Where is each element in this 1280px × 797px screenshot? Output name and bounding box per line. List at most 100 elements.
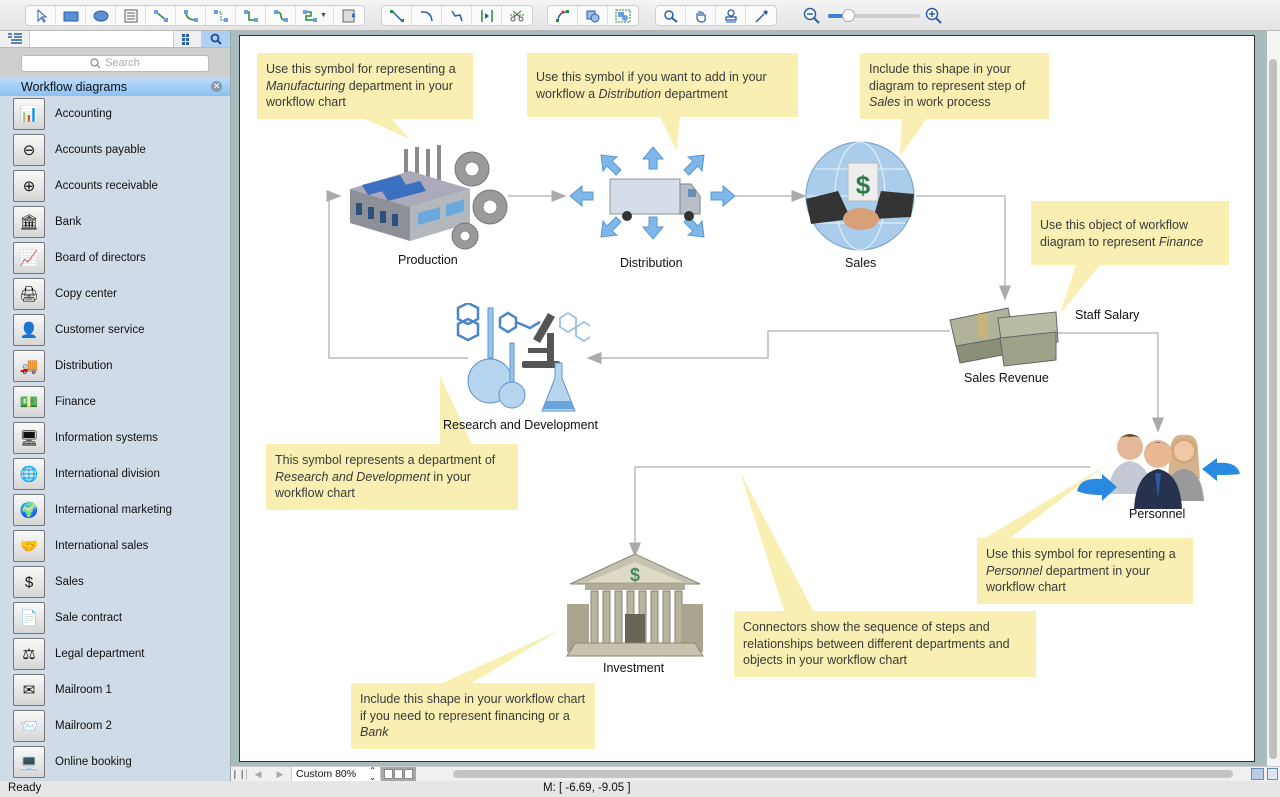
personnel-node[interactable] bbox=[1072, 429, 1244, 511]
library-tree-button[interactable] bbox=[0, 31, 30, 47]
callout-research[interactable]: This symbol represents a department of R… bbox=[266, 444, 518, 510]
callout-production[interactable]: Use this symbol for representing a Manuf… bbox=[257, 53, 473, 119]
rectangle-tool-button[interactable] bbox=[56, 6, 86, 25]
library-item[interactable]: $ Sales bbox=[0, 564, 230, 600]
callout-finance[interactable]: Use this object of workflow diagram to r… bbox=[1031, 201, 1229, 265]
sales-node[interactable]: $ bbox=[803, 139, 918, 254]
round-connector-button[interactable] bbox=[266, 6, 296, 25]
library-item-label: International division bbox=[55, 468, 160, 480]
library-item[interactable]: 🖨 Copy center bbox=[0, 276, 230, 312]
vertical-scroll-thumb[interactable] bbox=[1269, 59, 1277, 759]
library-header[interactable]: Workflow diagrams ✕ bbox=[0, 78, 230, 96]
arc-connector-button[interactable] bbox=[176, 6, 206, 25]
pause-icon[interactable]: ❙❙ bbox=[231, 768, 247, 780]
callout-sales[interactable]: Include this shape in your diagram to re… bbox=[860, 53, 1049, 119]
dropdown-arrow-icon[interactable]: ▼ bbox=[320, 12, 327, 19]
callout-text: Use this symbol for representing a bbox=[986, 547, 1176, 561]
close-library-icon[interactable]: ✕ bbox=[211, 81, 222, 92]
library-item[interactable]: 📨 Mailroom 2 bbox=[0, 708, 230, 744]
callout-investment[interactable]: Include this shape in your workflow char… bbox=[351, 683, 595, 749]
arc-icon bbox=[420, 10, 433, 21]
direct-connector-icon bbox=[153, 9, 168, 22]
split-tool-button[interactable] bbox=[472, 6, 502, 25]
tree-connector-button[interactable]: ▼ bbox=[296, 6, 334, 25]
line-tool-button[interactable] bbox=[382, 6, 412, 25]
bezier-connector-button[interactable] bbox=[206, 6, 236, 25]
zoom-out-icon[interactable] bbox=[803, 7, 821, 28]
union-button[interactable] bbox=[578, 6, 608, 25]
library-item[interactable]: ⊕ Accounts receivable bbox=[0, 168, 230, 204]
zoom-slider-knob[interactable] bbox=[842, 9, 856, 22]
arc-tool-button[interactable] bbox=[412, 6, 442, 25]
callout-personnel[interactable]: Use this symbol for representing a Perso… bbox=[977, 538, 1193, 604]
investment-node[interactable]: $ bbox=[565, 553, 705, 659]
library-item[interactable]: 👤 Customer service bbox=[0, 312, 230, 348]
library-item[interactable]: 📊 Accounting bbox=[0, 96, 230, 132]
zoom-in-icon[interactable] bbox=[925, 7, 943, 28]
group-icon bbox=[615, 9, 631, 22]
pan-tool-button[interactable] bbox=[686, 6, 716, 25]
page-view-icon[interactable] bbox=[394, 769, 403, 779]
ellipse-tool-button[interactable] bbox=[86, 6, 116, 25]
library-item[interactable]: 🚚 Distribution bbox=[0, 348, 230, 384]
magnifier-icon bbox=[663, 9, 678, 23]
connector-revenue-research[interactable] bbox=[586, 330, 950, 364]
library-item[interactable]: 📄 Sale contract bbox=[0, 600, 230, 636]
distribution-node[interactable] bbox=[565, 141, 736, 246]
search-icon bbox=[210, 33, 222, 45]
page-view-buttons[interactable] bbox=[381, 766, 416, 782]
library-item[interactable]: 🖥 Information systems bbox=[0, 420, 230, 456]
edit-points-button[interactable] bbox=[548, 6, 578, 25]
library-item[interactable]: ⊖ Accounts payable bbox=[0, 132, 230, 168]
library-item[interactable]: ⚖ Legal department bbox=[0, 636, 230, 672]
library-item[interactable]: 📈 Board of directors bbox=[0, 240, 230, 276]
research-node[interactable] bbox=[450, 301, 593, 415]
pointer-tool-button[interactable] bbox=[26, 6, 56, 25]
callout-connectors[interactable]: Connectors show the sequence of steps an… bbox=[734, 611, 1036, 677]
sales-revenue-node[interactable] bbox=[948, 298, 1060, 368]
zoom-slider[interactable] bbox=[828, 9, 920, 22]
horizontal-scrollbar[interactable] bbox=[453, 770, 1233, 778]
stamp-tool-button[interactable] bbox=[716, 6, 746, 25]
vertical-scrollbar[interactable] bbox=[1267, 31, 1280, 766]
zoom-select[interactable]: Custom 80% ⌃ ⌄ bbox=[291, 766, 381, 782]
eyedropper-tool-button[interactable] bbox=[746, 6, 776, 25]
page-view-icon[interactable] bbox=[404, 769, 413, 779]
library-item-label: Information systems bbox=[55, 432, 158, 444]
library-path-field[interactable] bbox=[30, 31, 174, 47]
zoom-tool-button[interactable] bbox=[656, 6, 686, 25]
text-tool-button[interactable] bbox=[116, 6, 146, 25]
direct-connector-button[interactable] bbox=[146, 6, 176, 25]
page-view-icon[interactable] bbox=[384, 769, 393, 779]
connector-revenue-personnel[interactable] bbox=[1056, 332, 1164, 433]
search-library-button[interactable] bbox=[202, 31, 230, 47]
production-node[interactable] bbox=[340, 141, 510, 251]
callout-distribution[interactable]: Use this symbol if you want to add in yo… bbox=[527, 53, 798, 117]
polyline-tool-button[interactable] bbox=[442, 6, 472, 25]
library-item[interactable]: ✉ Mailroom 1 bbox=[0, 672, 230, 708]
scissors-tool-button[interactable] bbox=[502, 6, 532, 25]
insert-container-button[interactable] bbox=[334, 6, 364, 25]
library-item[interactable]: 💻 Online booking bbox=[0, 744, 230, 780]
library-item[interactable]: 🌍 International marketing bbox=[0, 492, 230, 528]
library-item-label: Legal department bbox=[55, 648, 145, 660]
library-item[interactable]: 💵 Finance bbox=[0, 384, 230, 420]
previous-page-icon[interactable]: ◀ bbox=[247, 769, 269, 780]
page-icon[interactable] bbox=[1267, 768, 1278, 780]
library-item-thumbnail-icon: 📨 bbox=[13, 710, 45, 742]
grid-view-button[interactable] bbox=[174, 31, 202, 47]
library-item[interactable]: 🤝 International sales bbox=[0, 528, 230, 564]
fit-page-icon[interactable] bbox=[1251, 768, 1264, 780]
view-tools-group bbox=[655, 5, 777, 26]
library-item-label: Online booking bbox=[55, 756, 132, 768]
library-item-thumbnail-icon: 💵 bbox=[13, 386, 45, 418]
group-button[interactable] bbox=[608, 6, 638, 25]
library-item[interactable]: 🌐 International division bbox=[0, 456, 230, 492]
search-input[interactable]: Search bbox=[21, 54, 209, 72]
connector-sales-revenue[interactable] bbox=[916, 195, 1011, 301]
smart-connector-button[interactable] bbox=[236, 6, 266, 25]
next-page-icon[interactable]: ▶ bbox=[269, 769, 291, 780]
rectangle-icon bbox=[63, 11, 78, 21]
library-item[interactable]: 🏛 Bank bbox=[0, 204, 230, 240]
diagram-canvas[interactable]: Production Distribution $ Sales Staff Sa… bbox=[239, 35, 1255, 762]
